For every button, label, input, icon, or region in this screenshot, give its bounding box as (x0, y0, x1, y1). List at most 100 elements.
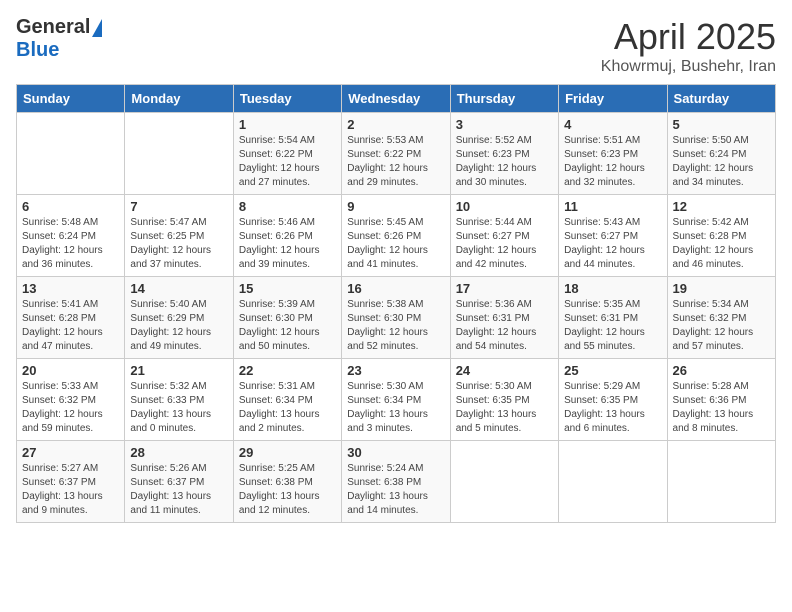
weekday-header-thursday: Thursday (450, 85, 558, 113)
weekday-header-row: SundayMondayTuesdayWednesdayThursdayFrid… (17, 85, 776, 113)
day-info: Sunrise: 5:40 AMSunset: 6:29 PMDaylight:… (130, 298, 227, 354)
calendar-week-row: 13 Sunrise: 5:41 AMSunset: 6:28 PMDayligh… (17, 277, 776, 359)
day-info: Sunrise: 5:50 AMSunset: 6:24 PMDaylight:… (673, 134, 770, 190)
day-info: Sunrise: 5:52 AMSunset: 6:23 PMDaylight:… (456, 134, 553, 190)
calendar-cell: 1 Sunrise: 5:54 AMSunset: 6:22 PMDaylight… (233, 113, 341, 195)
day-number: 24 (456, 363, 553, 378)
calendar-cell: 8 Sunrise: 5:46 AMSunset: 6:26 PMDaylight… (233, 195, 341, 277)
calendar-cell: 19 Sunrise: 5:34 AMSunset: 6:32 PMDayligh… (667, 277, 775, 359)
day-number: 26 (673, 363, 770, 378)
day-number: 22 (239, 363, 336, 378)
day-info: Sunrise: 5:36 AMSunset: 6:31 PMDaylight:… (456, 298, 553, 354)
day-info: Sunrise: 5:45 AMSunset: 6:26 PMDaylight:… (347, 216, 444, 272)
calendar-cell: 4 Sunrise: 5:51 AMSunset: 6:23 PMDaylight… (559, 113, 667, 195)
day-info: Sunrise: 5:47 AMSunset: 6:25 PMDaylight:… (130, 216, 227, 272)
day-number: 20 (22, 363, 119, 378)
calendar-cell: 15Sunrise: 5:39 AMSunset: 6:30 PMDayligh… (233, 277, 341, 359)
calendar-week-row: 20 Sunrise: 5:33 AMSunset: 6:32 PMDayligh… (17, 359, 776, 441)
day-info: Sunrise: 5:26 AMSunset: 6:37 PMDaylight:… (130, 462, 227, 518)
day-number: 3 (456, 117, 553, 132)
day-info: Sunrise: 5:25 AMSunset: 6:38 PMDaylight:… (239, 462, 336, 518)
day-number: 6 (22, 199, 119, 214)
calendar-cell: 17 Sunrise: 5:36 AMSunset: 6:31 PMDayligh… (450, 277, 558, 359)
day-info: Sunrise: 5:44 AMSunset: 6:27 PMDaylight:… (456, 216, 553, 272)
day-number: 23 (347, 363, 444, 378)
weekday-header-tuesday: Tuesday (233, 85, 341, 113)
calendar-cell: 3 Sunrise: 5:52 AMSunset: 6:23 PMDaylight… (450, 113, 558, 195)
day-number: 5 (673, 117, 770, 132)
logo-triangle-icon (92, 19, 102, 37)
calendar-cell: 28Sunrise: 5:26 AMSunset: 6:37 PMDayligh… (125, 441, 233, 523)
calendar-week-row: 1 Sunrise: 5:54 AMSunset: 6:22 PMDaylight… (17, 113, 776, 195)
calendar-cell: 11Sunrise: 5:43 AMSunset: 6:27 PMDayligh… (559, 195, 667, 277)
calendar-cell: 30 Sunrise: 5:24 AMSunset: 6:38 PMDayligh… (342, 441, 450, 523)
day-number: 4 (564, 117, 661, 132)
day-number: 10 (456, 199, 553, 214)
day-info: Sunrise: 5:24 AMSunset: 6:38 PMDaylight:… (347, 462, 444, 518)
calendar-cell: 27Sunrise: 5:27 AMSunset: 6:37 PMDayligh… (17, 441, 125, 523)
day-number: 1 (239, 117, 336, 132)
day-info: Sunrise: 5:41 AMSunset: 6:28 PMDaylight:… (22, 298, 119, 354)
day-number: 16 (347, 281, 444, 296)
day-info: Sunrise: 5:46 AMSunset: 6:26 PMDaylight:… (239, 216, 336, 272)
calendar-cell: 20 Sunrise: 5:33 AMSunset: 6:32 PMDayligh… (17, 359, 125, 441)
calendar-cell: 9 Sunrise: 5:45 AMSunset: 6:26 PMDaylight… (342, 195, 450, 277)
logo-general-text: General (16, 16, 90, 39)
day-info: Sunrise: 5:35 AMSunset: 6:31 PMDaylight:… (564, 298, 661, 354)
calendar-cell: 14 Sunrise: 5:40 AMSunset: 6:29 PMDayligh… (125, 277, 233, 359)
day-info: Sunrise: 5:27 AMSunset: 6:37 PMDaylight:… (22, 462, 119, 518)
calendar-cell (125, 113, 233, 195)
calendar-cell: 7Sunrise: 5:47 AMSunset: 6:25 PMDaylight… (125, 195, 233, 277)
day-number: 2 (347, 117, 444, 132)
weekday-header-monday: Monday (125, 85, 233, 113)
day-number: 9 (347, 199, 444, 214)
day-info: Sunrise: 5:42 AMSunset: 6:28 PMDaylight:… (673, 216, 770, 272)
day-info: Sunrise: 5:31 AMSunset: 6:34 PMDaylight:… (239, 380, 336, 436)
day-number: 19 (673, 281, 770, 296)
day-info: Sunrise: 5:43 AMSunset: 6:27 PMDaylight:… (564, 216, 661, 272)
day-info: Sunrise: 5:30 AMSunset: 6:35 PMDaylight:… (456, 380, 553, 436)
weekday-header-saturday: Saturday (667, 85, 775, 113)
day-number: 29 (239, 445, 336, 460)
day-info: Sunrise: 5:33 AMSunset: 6:32 PMDaylight:… (22, 380, 119, 436)
day-info: Sunrise: 5:34 AMSunset: 6:32 PMDaylight:… (673, 298, 770, 354)
day-info: Sunrise: 5:48 AMSunset: 6:24 PMDaylight:… (22, 216, 119, 272)
calendar-week-row: 27Sunrise: 5:27 AMSunset: 6:37 PMDayligh… (17, 441, 776, 523)
calendar-cell (17, 113, 125, 195)
calendar-cell: 23Sunrise: 5:30 AMSunset: 6:34 PMDayligh… (342, 359, 450, 441)
calendar-cell: 6 Sunrise: 5:48 AMSunset: 6:24 PMDaylight… (17, 195, 125, 277)
calendar-table: SundayMondayTuesdayWednesdayThursdayFrid… (16, 84, 776, 523)
calendar-cell: 18 Sunrise: 5:35 AMSunset: 6:31 PMDayligh… (559, 277, 667, 359)
calendar-cell: 21Sunrise: 5:32 AMSunset: 6:33 PMDayligh… (125, 359, 233, 441)
day-number: 18 (564, 281, 661, 296)
calendar-cell: 26 Sunrise: 5:28 AMSunset: 6:36 PMDayligh… (667, 359, 775, 441)
day-number: 21 (130, 363, 227, 378)
day-info: Sunrise: 5:51 AMSunset: 6:23 PMDaylight:… (564, 134, 661, 190)
day-number: 13 (22, 281, 119, 296)
calendar-cell (450, 441, 558, 523)
calendar-cell: 25Sunrise: 5:29 AMSunset: 6:35 PMDayligh… (559, 359, 667, 441)
calendar-cell: 2 Sunrise: 5:53 AMSunset: 6:22 PMDaylight… (342, 113, 450, 195)
day-info: Sunrise: 5:54 AMSunset: 6:22 PMDaylight:… (239, 134, 336, 190)
calendar-cell: 5 Sunrise: 5:50 AMSunset: 6:24 PMDaylight… (667, 113, 775, 195)
day-number: 17 (456, 281, 553, 296)
calendar-cell: 29 Sunrise: 5:25 AMSunset: 6:38 PMDayligh… (233, 441, 341, 523)
title-block: April 2025 Khowrmuj, Bushehr, Iran (601, 16, 776, 76)
weekday-header-sunday: Sunday (17, 85, 125, 113)
day-number: 8 (239, 199, 336, 214)
calendar-cell: 10 Sunrise: 5:44 AMSunset: 6:27 PMDayligh… (450, 195, 558, 277)
day-number: 30 (347, 445, 444, 460)
calendar-title: April 2025 (601, 16, 776, 58)
day-number: 12 (673, 199, 770, 214)
calendar-cell: 22 Sunrise: 5:31 AMSunset: 6:34 PMDayligh… (233, 359, 341, 441)
day-number: 14 (130, 281, 227, 296)
day-number: 15 (239, 281, 336, 296)
calendar-cell: 13 Sunrise: 5:41 AMSunset: 6:28 PMDayligh… (17, 277, 125, 359)
weekday-header-friday: Friday (559, 85, 667, 113)
day-info: Sunrise: 5:28 AMSunset: 6:36 PMDaylight:… (673, 380, 770, 436)
logo-blue-text: Blue (16, 39, 59, 62)
calendar-cell: 12 Sunrise: 5:42 AMSunset: 6:28 PMDayligh… (667, 195, 775, 277)
calendar-cell (559, 441, 667, 523)
day-info: Sunrise: 5:53 AMSunset: 6:22 PMDaylight:… (347, 134, 444, 190)
day-number: 25 (564, 363, 661, 378)
